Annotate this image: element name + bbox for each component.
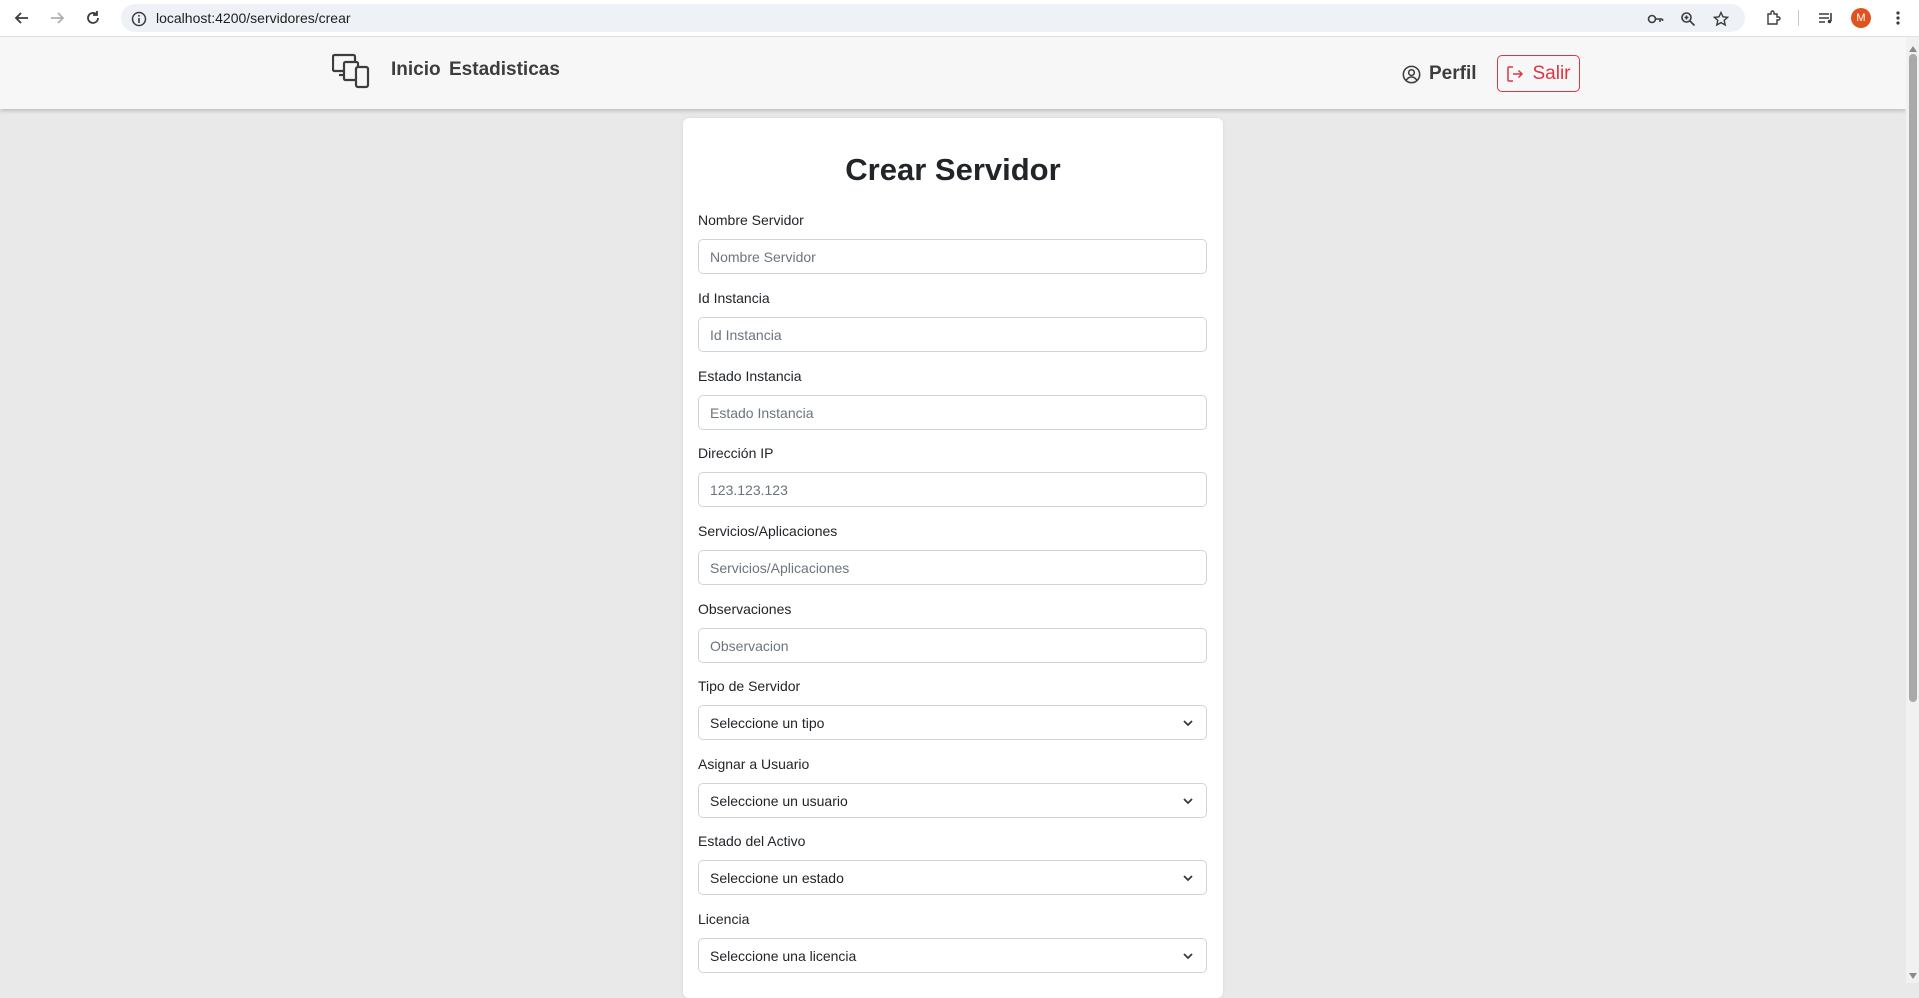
back-icon[interactable] bbox=[11, 7, 33, 29]
observaciones-input[interactable] bbox=[698, 628, 1207, 663]
scrollbar-thumb[interactable] bbox=[1909, 54, 1917, 702]
crear-servidor-form: Crear Servidor Nombre Servidor Id Instan… bbox=[683, 118, 1223, 998]
licencia-select[interactable]: Seleccione una licencia bbox=[698, 938, 1207, 973]
site-info-icon[interactable] bbox=[130, 10, 148, 28]
toolbar-divider bbox=[1798, 10, 1799, 26]
perfil-link[interactable]: Perfil bbox=[1402, 63, 1477, 85]
chevron-down-icon bbox=[1181, 871, 1195, 885]
nombre-servidor-input[interactable] bbox=[698, 239, 1207, 274]
chevron-down-icon bbox=[1181, 716, 1195, 730]
user-circle-icon bbox=[1402, 65, 1421, 83]
salir-button[interactable]: Salir bbox=[1497, 55, 1580, 92]
id-instancia-label: Id Instancia bbox=[698, 290, 770, 306]
tipo-servidor-select[interactable]: Seleccione un tipo bbox=[698, 705, 1207, 740]
logout-icon bbox=[1507, 65, 1524, 82]
media-playlist-icon[interactable] bbox=[1815, 7, 1837, 29]
nav-inicio-link[interactable]: Inicio bbox=[391, 59, 441, 81]
estado-activo-value: Seleccione un estado bbox=[710, 869, 844, 886]
reload-icon[interactable] bbox=[82, 7, 104, 29]
menu-dots-icon[interactable] bbox=[1887, 7, 1909, 29]
direccion-ip-input[interactable] bbox=[698, 472, 1207, 507]
asignar-usuario-select[interactable]: Seleccione un usuario bbox=[698, 783, 1207, 818]
observaciones-label: Observaciones bbox=[698, 601, 792, 617]
app-navbar: Inicio Estadisticas Perfil Salir bbox=[0, 37, 1906, 109]
estado-instancia-input[interactable] bbox=[698, 395, 1207, 430]
estado-instancia-label: Estado Instancia bbox=[698, 368, 802, 384]
tipo-servidor-value: Seleccione un tipo bbox=[710, 714, 825, 731]
address-bar[interactable]: localhost:4200/servidores/crear bbox=[121, 4, 1745, 32]
id-instancia-input[interactable] bbox=[698, 317, 1207, 352]
browser-toolbar: localhost:4200/servidores/crear M bbox=[0, 0, 1919, 37]
chevron-down-icon bbox=[1181, 949, 1195, 963]
nav-estadisticas-link[interactable]: Estadisticas bbox=[449, 59, 560, 81]
estado-activo-select[interactable]: Seleccione un estado bbox=[698, 860, 1207, 895]
form-title: Crear Servidor bbox=[845, 152, 1061, 187]
scroll-up-arrow-icon[interactable] bbox=[1907, 43, 1918, 54]
devices-logo-icon[interactable] bbox=[331, 53, 370, 89]
tipo-servidor-label: Tipo de Servidor bbox=[698, 678, 801, 694]
asignar-usuario-value: Seleccione un usuario bbox=[710, 792, 848, 809]
estado-activo-label: Estado del Activo bbox=[698, 833, 806, 849]
nombre-servidor-label: Nombre Servidor bbox=[698, 212, 804, 228]
servicios-aplicaciones-input[interactable] bbox=[698, 550, 1207, 585]
licencia-value: Seleccione una licencia bbox=[710, 947, 857, 964]
zoom-icon[interactable] bbox=[1679, 10, 1697, 28]
url-text: localhost:4200/servidores/crear bbox=[156, 10, 351, 26]
servicios-aplicaciones-label: Servicios/Aplicaciones bbox=[698, 523, 838, 539]
bookmark-star-icon[interactable] bbox=[1712, 10, 1730, 28]
asignar-usuario-label: Asignar a Usuario bbox=[698, 756, 810, 772]
profile-avatar[interactable]: M bbox=[1851, 8, 1871, 28]
password-key-icon[interactable] bbox=[1646, 10, 1664, 28]
perfil-label: Perfil bbox=[1429, 63, 1477, 84]
scroll-down-arrow-icon[interactable] bbox=[1907, 970, 1918, 981]
direccion-ip-label: Dirección IP bbox=[698, 445, 774, 461]
chevron-down-icon bbox=[1181, 794, 1195, 808]
extensions-icon[interactable] bbox=[1762, 7, 1784, 29]
licencia-label: Licencia bbox=[698, 911, 750, 927]
salir-label: Salir bbox=[1532, 62, 1571, 84]
forward-icon[interactable] bbox=[46, 7, 68, 29]
